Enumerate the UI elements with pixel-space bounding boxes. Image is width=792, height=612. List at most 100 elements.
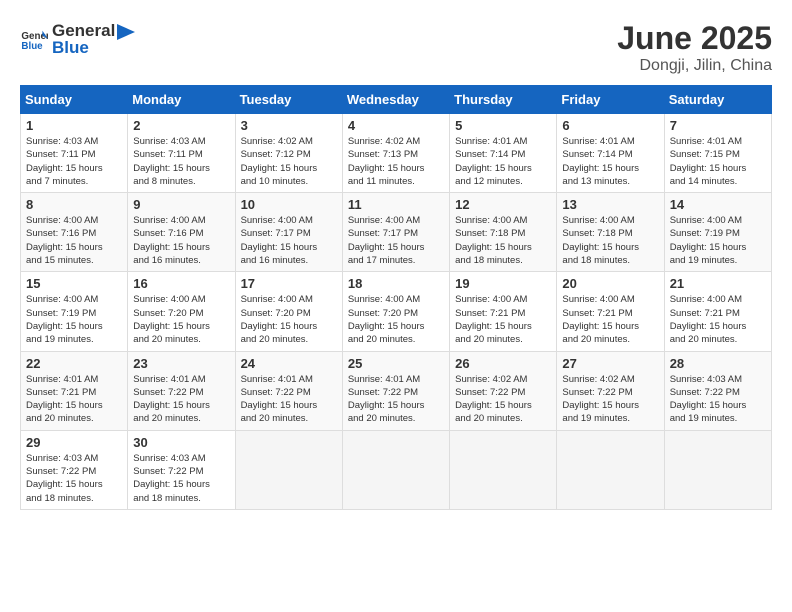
weekday-header-thursday: Thursday (450, 86, 557, 114)
day-number: 26 (455, 356, 551, 371)
day-number: 3 (241, 118, 337, 133)
month-title: June 2025 (617, 20, 772, 57)
calendar-cell (664, 430, 771, 509)
calendar-cell: 5 Sunrise: 4:01 AM Sunset: 7:14 PM Dayli… (450, 114, 557, 193)
calendar-cell: 10 Sunrise: 4:00 AM Sunset: 7:17 PM Dayl… (235, 193, 342, 272)
day-number: 20 (562, 276, 658, 291)
calendar-cell: 30 Sunrise: 4:03 AM Sunset: 7:22 PM Dayl… (128, 430, 235, 509)
day-info: Sunrise: 4:03 AM Sunset: 7:11 PM Dayligh… (26, 135, 122, 188)
calendar-cell: 23 Sunrise: 4:01 AM Sunset: 7:22 PM Dayl… (128, 351, 235, 430)
week-row-1: 1 Sunrise: 4:03 AM Sunset: 7:11 PM Dayli… (21, 114, 772, 193)
day-info: Sunrise: 4:00 AM Sunset: 7:16 PM Dayligh… (26, 214, 122, 267)
week-row-2: 8 Sunrise: 4:00 AM Sunset: 7:16 PM Dayli… (21, 193, 772, 272)
day-info: Sunrise: 4:00 AM Sunset: 7:20 PM Dayligh… (133, 293, 229, 346)
calendar-cell: 1 Sunrise: 4:03 AM Sunset: 7:11 PM Dayli… (21, 114, 128, 193)
day-info: Sunrise: 4:00 AM Sunset: 7:16 PM Dayligh… (133, 214, 229, 267)
calendar-cell: 8 Sunrise: 4:00 AM Sunset: 7:16 PM Dayli… (21, 193, 128, 272)
day-info: Sunrise: 4:00 AM Sunset: 7:18 PM Dayligh… (455, 214, 551, 267)
day-info: Sunrise: 4:00 AM Sunset: 7:18 PM Dayligh… (562, 214, 658, 267)
day-number: 21 (670, 276, 766, 291)
title-area: June 2025 Dongji, Jilin, China (617, 20, 772, 75)
week-row-4: 22 Sunrise: 4:01 AM Sunset: 7:21 PM Dayl… (21, 351, 772, 430)
day-number: 6 (562, 118, 658, 133)
weekday-header-wednesday: Wednesday (342, 86, 449, 114)
day-number: 5 (455, 118, 551, 133)
page-header: General Blue General Blue June 2025 Dong… (20, 20, 772, 75)
svg-text:Blue: Blue (21, 41, 43, 52)
weekday-header-row: SundayMondayTuesdayWednesdayThursdayFrid… (21, 86, 772, 114)
day-info: Sunrise: 4:03 AM Sunset: 7:22 PM Dayligh… (133, 452, 229, 505)
calendar-cell (235, 430, 342, 509)
day-number: 22 (26, 356, 122, 371)
day-info: Sunrise: 4:02 AM Sunset: 7:22 PM Dayligh… (455, 373, 551, 426)
day-info: Sunrise: 4:00 AM Sunset: 7:20 PM Dayligh… (348, 293, 444, 346)
day-info: Sunrise: 4:00 AM Sunset: 7:19 PM Dayligh… (26, 293, 122, 346)
day-info: Sunrise: 4:01 AM Sunset: 7:15 PM Dayligh… (670, 135, 766, 188)
calendar-cell: 4 Sunrise: 4:02 AM Sunset: 7:13 PM Dayli… (342, 114, 449, 193)
weekday-header-monday: Monday (128, 86, 235, 114)
day-number: 1 (26, 118, 122, 133)
day-number: 11 (348, 197, 444, 212)
calendar-cell: 26 Sunrise: 4:02 AM Sunset: 7:22 PM Dayl… (450, 351, 557, 430)
calendar-cell: 3 Sunrise: 4:02 AM Sunset: 7:12 PM Dayli… (235, 114, 342, 193)
calendar-cell (450, 430, 557, 509)
day-info: Sunrise: 4:01 AM Sunset: 7:14 PM Dayligh… (562, 135, 658, 188)
calendar-cell: 17 Sunrise: 4:00 AM Sunset: 7:20 PM Dayl… (235, 272, 342, 351)
day-number: 23 (133, 356, 229, 371)
logo: General Blue General Blue (20, 20, 135, 58)
location-title: Dongji, Jilin, China (617, 57, 772, 75)
calendar-cell: 7 Sunrise: 4:01 AM Sunset: 7:15 PM Dayli… (664, 114, 771, 193)
calendar-cell: 16 Sunrise: 4:00 AM Sunset: 7:20 PM Dayl… (128, 272, 235, 351)
day-number: 19 (455, 276, 551, 291)
calendar-cell: 15 Sunrise: 4:00 AM Sunset: 7:19 PM Dayl… (21, 272, 128, 351)
day-number: 25 (348, 356, 444, 371)
day-info: Sunrise: 4:00 AM Sunset: 7:21 PM Dayligh… (455, 293, 551, 346)
day-number: 2 (133, 118, 229, 133)
calendar-cell (557, 430, 664, 509)
calendar-cell: 22 Sunrise: 4:01 AM Sunset: 7:21 PM Dayl… (21, 351, 128, 430)
day-info: Sunrise: 4:00 AM Sunset: 7:17 PM Dayligh… (348, 214, 444, 267)
calendar-cell: 27 Sunrise: 4:02 AM Sunset: 7:22 PM Dayl… (557, 351, 664, 430)
calendar-cell: 6 Sunrise: 4:01 AM Sunset: 7:14 PM Dayli… (557, 114, 664, 193)
calendar-cell: 11 Sunrise: 4:00 AM Sunset: 7:17 PM Dayl… (342, 193, 449, 272)
calendar-table: SundayMondayTuesdayWednesdayThursdayFrid… (20, 85, 772, 510)
day-info: Sunrise: 4:02 AM Sunset: 7:22 PM Dayligh… (562, 373, 658, 426)
day-number: 28 (670, 356, 766, 371)
day-number: 9 (133, 197, 229, 212)
day-number: 17 (241, 276, 337, 291)
day-info: Sunrise: 4:00 AM Sunset: 7:17 PM Dayligh… (241, 214, 337, 267)
day-info: Sunrise: 4:01 AM Sunset: 7:21 PM Dayligh… (26, 373, 122, 426)
day-info: Sunrise: 4:02 AM Sunset: 7:13 PM Dayligh… (348, 135, 444, 188)
calendar-cell (342, 430, 449, 509)
week-row-3: 15 Sunrise: 4:00 AM Sunset: 7:19 PM Dayl… (21, 272, 772, 351)
day-info: Sunrise: 4:01 AM Sunset: 7:22 PM Dayligh… (241, 373, 337, 426)
day-number: 30 (133, 435, 229, 450)
day-info: Sunrise: 4:00 AM Sunset: 7:21 PM Dayligh… (562, 293, 658, 346)
day-info: Sunrise: 4:00 AM Sunset: 7:20 PM Dayligh… (241, 293, 337, 346)
day-number: 13 (562, 197, 658, 212)
day-number: 8 (26, 197, 122, 212)
calendar-cell: 13 Sunrise: 4:00 AM Sunset: 7:18 PM Dayl… (557, 193, 664, 272)
calendar-cell: 25 Sunrise: 4:01 AM Sunset: 7:22 PM Dayl… (342, 351, 449, 430)
weekday-header-saturday: Saturday (664, 86, 771, 114)
calendar-cell: 19 Sunrise: 4:00 AM Sunset: 7:21 PM Dayl… (450, 272, 557, 351)
calendar-cell: 2 Sunrise: 4:03 AM Sunset: 7:11 PM Dayli… (128, 114, 235, 193)
logo-arrow-icon (117, 20, 135, 42)
calendar-cell: 9 Sunrise: 4:00 AM Sunset: 7:16 PM Dayli… (128, 193, 235, 272)
calendar-cell: 18 Sunrise: 4:00 AM Sunset: 7:20 PM Dayl… (342, 272, 449, 351)
day-info: Sunrise: 4:02 AM Sunset: 7:12 PM Dayligh… (241, 135, 337, 188)
day-number: 7 (670, 118, 766, 133)
calendar-cell: 14 Sunrise: 4:00 AM Sunset: 7:19 PM Dayl… (664, 193, 771, 272)
weekday-header-sunday: Sunday (21, 86, 128, 114)
day-info: Sunrise: 4:01 AM Sunset: 7:14 PM Dayligh… (455, 135, 551, 188)
day-info: Sunrise: 4:01 AM Sunset: 7:22 PM Dayligh… (133, 373, 229, 426)
day-number: 16 (133, 276, 229, 291)
calendar-cell: 24 Sunrise: 4:01 AM Sunset: 7:22 PM Dayl… (235, 351, 342, 430)
day-number: 15 (26, 276, 122, 291)
day-number: 10 (241, 197, 337, 212)
day-info: Sunrise: 4:03 AM Sunset: 7:22 PM Dayligh… (670, 373, 766, 426)
calendar-cell: 29 Sunrise: 4:03 AM Sunset: 7:22 PM Dayl… (21, 430, 128, 509)
day-number: 18 (348, 276, 444, 291)
day-info: Sunrise: 4:01 AM Sunset: 7:22 PM Dayligh… (348, 373, 444, 426)
weekday-header-friday: Friday (557, 86, 664, 114)
